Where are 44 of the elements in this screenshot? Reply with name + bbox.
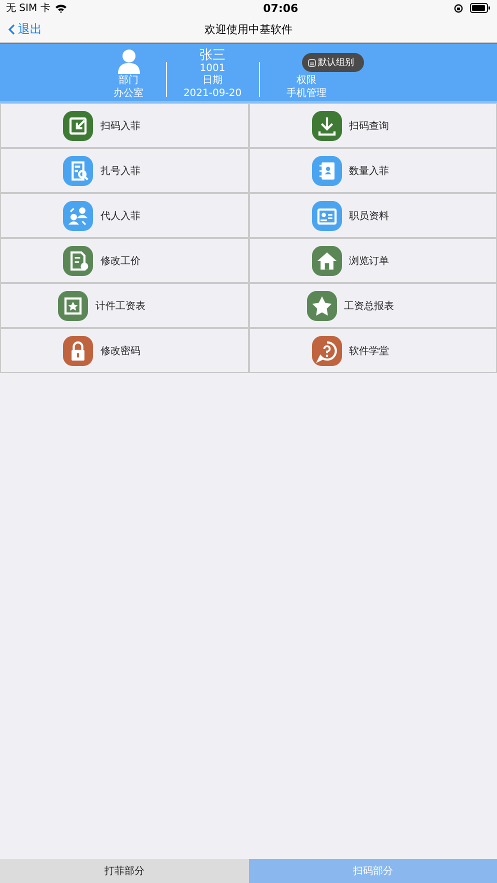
carrier-label: 无 SIM 卡 xyxy=(6,2,50,15)
menu-item[interactable]: 修改工价 xyxy=(0,238,248,283)
menu-item[interactable]: 扫码入菲 xyxy=(0,103,248,148)
role-label: 权限 xyxy=(296,75,316,88)
menu-label: 扫码查询 xyxy=(348,120,389,132)
menu-item[interactable]: 软件学堂 xyxy=(248,328,497,373)
window-title: 欢迎使用中基软件 xyxy=(204,22,292,36)
menu-label: 工资总报表 xyxy=(344,300,394,312)
menu-label: 代人入菲 xyxy=(100,210,140,222)
tab[interactable]: 打菲部分 xyxy=(0,859,248,883)
menu-label: 修改密码 xyxy=(100,344,140,358)
date-value: 2021-09-20 xyxy=(183,88,242,100)
menu-label: 数量入菲 xyxy=(348,164,389,178)
menu-item[interactable]: 工资总报表 xyxy=(248,283,497,328)
menu-label: 浏览订单 xyxy=(348,254,389,268)
user-id: 1001 xyxy=(200,62,226,74)
toast: 默认组别 xyxy=(302,53,364,72)
menu-label: 修改工价 xyxy=(100,254,140,268)
wifi-icon xyxy=(55,4,68,12)
role-value: 手机管理 xyxy=(286,88,326,100)
menu-item[interactable]: 修改密码 xyxy=(0,328,248,373)
back-button[interactable]: 退出 xyxy=(8,20,42,38)
list-icon xyxy=(308,58,316,66)
menu-item[interactable]: 扫码查询 xyxy=(248,103,497,148)
rotation-lock-icon xyxy=(454,4,463,12)
menu-item[interactable]: 职员资料 xyxy=(248,193,497,238)
menu-label: 扎号入菲 xyxy=(100,164,140,178)
menu-item[interactable]: 代人入菲 xyxy=(0,193,248,238)
date-label: 日期 xyxy=(202,75,222,88)
department-label: 部门 xyxy=(118,75,138,88)
menu-label: 软件学堂 xyxy=(348,344,389,358)
clock: 07:06 xyxy=(263,2,298,14)
avatar-icon xyxy=(116,49,140,75)
department-value: 办公室 xyxy=(114,88,144,100)
menu-label: 计件工资表 xyxy=(95,300,146,312)
battery-icon xyxy=(470,3,491,13)
menu-item[interactable]: 数量入菲 xyxy=(248,148,497,193)
menu-label: 职员资料 xyxy=(348,210,389,222)
menu-label: 扫码入菲 xyxy=(100,120,140,132)
menu-item[interactable]: 扎号入菲 xyxy=(0,148,248,193)
chevron-left-icon xyxy=(8,24,15,34)
menu-item[interactable]: 计件工资表 xyxy=(0,283,248,328)
user-name: 张三 xyxy=(200,48,226,62)
menu-item[interactable]: 浏览订单 xyxy=(248,238,497,283)
